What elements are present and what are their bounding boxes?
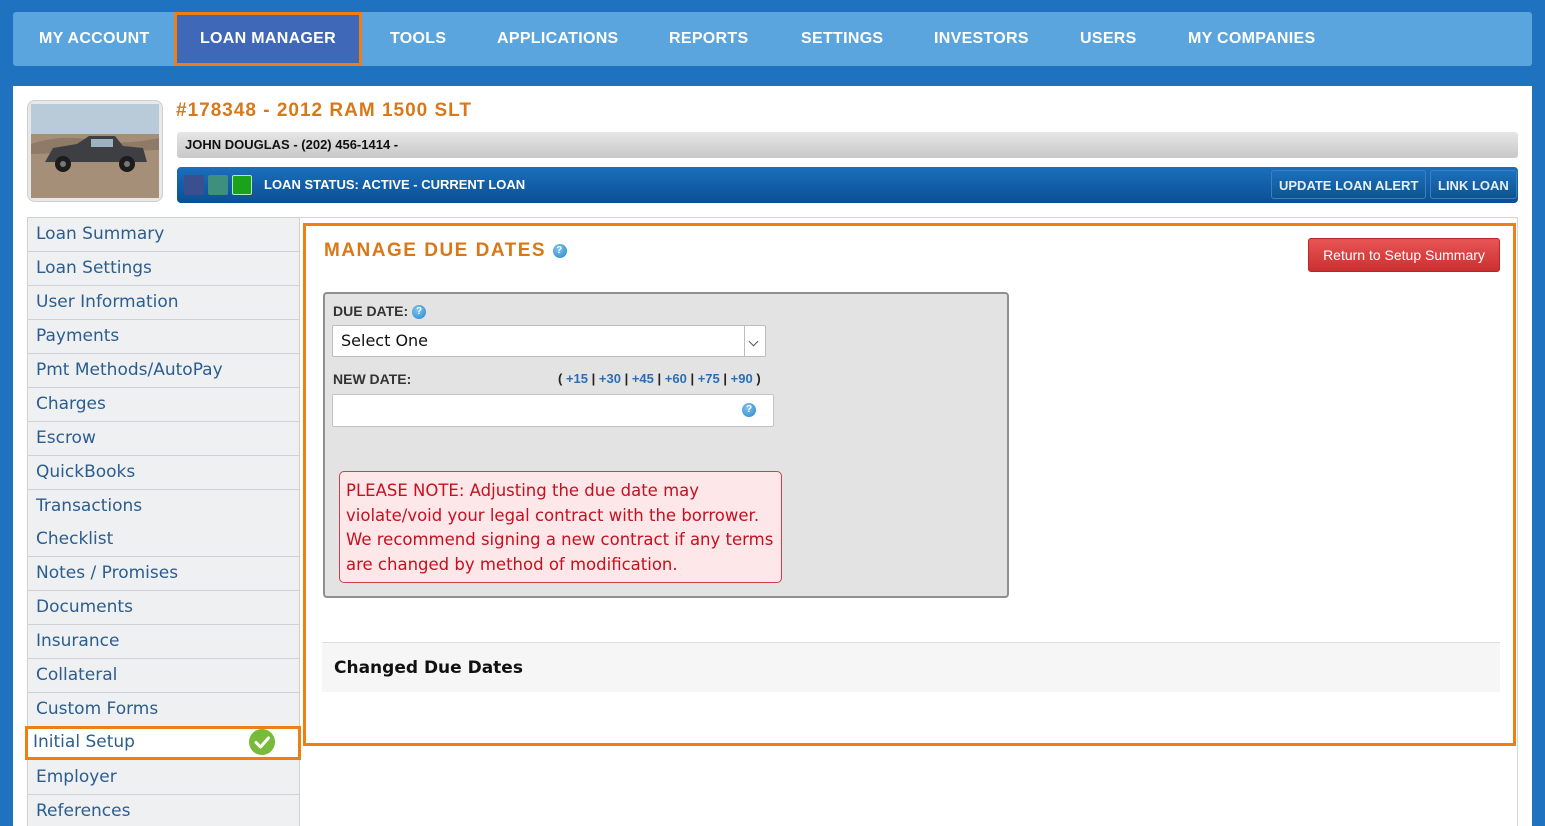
main-card: #178348 - 2012 RAM 1500 SLT JOHN DOUGLAS…: [13, 86, 1532, 826]
add-45-days-link[interactable]: +45: [632, 371, 654, 386]
chevron-down-icon[interactable]: [744, 326, 765, 356]
nav-reports[interactable]: REPORTS: [669, 12, 748, 66]
due-date-select[interactable]: Select One: [332, 325, 766, 357]
nav-settings[interactable]: SETTINGS: [801, 12, 883, 66]
manage-due-dates-panel: MANAGE DUE DATES ? Return to Setup Summa…: [303, 223, 1516, 746]
due-date-label: DUE DATE: ?: [333, 303, 427, 320]
nav-users[interactable]: USERS: [1080, 12, 1137, 66]
add-75-days-link[interactable]: +75: [698, 371, 720, 386]
sidebar: Loan Summary Loan Settings User Informat…: [25, 217, 301, 826]
sidebar-item-loan-settings[interactable]: Loan Settings: [28, 252, 299, 286]
add-30-days-link[interactable]: +30: [599, 371, 621, 386]
update-loan-alert-button[interactable]: UPDATE LOAN ALERT: [1271, 170, 1427, 199]
sidebar-item-references[interactable]: References: [28, 795, 299, 826]
nav-tools[interactable]: TOOLS: [390, 12, 446, 66]
due-date-select-value: Select One: [341, 331, 429, 350]
sidebar-item-escrow[interactable]: Escrow: [28, 422, 299, 456]
top-nav: MY ACCOUNT LOAN MANAGER TOOLS APPLICATIO…: [13, 12, 1532, 66]
new-date-input[interactable]: ?: [332, 394, 774, 427]
new-date-label: NEW DATE:: [333, 371, 412, 387]
sidebar-item-custom-forms[interactable]: Custom Forms: [28, 693, 299, 727]
sidebar-item-checklist[interactable]: Checklist: [28, 523, 299, 557]
sidebar-item-documents[interactable]: Documents: [28, 591, 299, 625]
sidebar-item-pmt-methods[interactable]: Pmt Methods/AutoPay: [28, 354, 299, 388]
sidebar-item-label: Initial Setup: [33, 732, 135, 752]
sidebar-item-loan-summary[interactable]: Loan Summary: [28, 218, 299, 252]
add-60-days-link[interactable]: +60: [665, 371, 687, 386]
sidebar-item-notes-promises[interactable]: Notes / Promises: [28, 557, 299, 591]
status-color-2: [208, 175, 228, 195]
nav-applications[interactable]: APPLICATIONS: [497, 12, 619, 66]
sidebar-item-user-information[interactable]: User Information: [28, 286, 299, 320]
sidebar-item-insurance[interactable]: Insurance: [28, 625, 299, 659]
sidebar-item-initial-setup[interactable]: Initial Setup: [25, 726, 301, 760]
loan-status-text: LOAN STATUS: ACTIVE - CURRENT LOAN: [264, 177, 526, 192]
panel-title-text: MANAGE DUE DATES: [324, 240, 547, 261]
due-date-help-icon[interactable]: ?: [412, 305, 427, 320]
nav-my-companies[interactable]: MY COMPANIES: [1188, 12, 1315, 66]
quick-add-days: ( +15 | +30 | +45 | +60 | +75 | +90 ): [558, 371, 761, 386]
changed-due-dates-header: Changed Due Dates: [322, 642, 1500, 692]
sidebar-item-charges[interactable]: Charges: [28, 388, 299, 422]
check-circle-icon: [249, 729, 275, 755]
nav-investors[interactable]: INVESTORS: [934, 12, 1029, 66]
new-date-help-icon[interactable]: ?: [742, 403, 756, 417]
vehicle-thumbnail: [27, 100, 163, 202]
link-loan-button[interactable]: LINK LOAN: [1430, 170, 1517, 199]
due-date-form: DUE DATE: ? Select One NEW DATE: ( +15 |…: [323, 292, 1009, 598]
add-90-days-link[interactable]: +90: [731, 371, 753, 386]
add-15-days-link[interactable]: +15: [566, 371, 588, 386]
due-date-warning-note: PLEASE NOTE: Adjusting the due date may …: [339, 471, 782, 583]
sidebar-item-collateral[interactable]: Collateral: [28, 659, 299, 693]
status-color-1: [184, 175, 204, 195]
nav-my-account[interactable]: MY ACCOUNT: [39, 12, 150, 66]
nav-loan-manager[interactable]: LOAN MANAGER: [174, 12, 362, 66]
sidebar-item-employer[interactable]: Employer: [28, 761, 299, 795]
borrower-info: JOHN DOUGLAS - (202) 456-1414 -: [177, 132, 1518, 158]
sidebar-item-transactions[interactable]: Transactions: [28, 490, 299, 524]
loan-title: #178348 - 2012 RAM 1500 SLT: [176, 100, 472, 121]
status-color-3: [232, 175, 252, 195]
sidebar-item-quickbooks[interactable]: QuickBooks: [28, 456, 299, 490]
return-to-setup-summary-button[interactable]: Return to Setup Summary: [1308, 238, 1500, 272]
loan-status-bar: LOAN STATUS: ACTIVE - CURRENT LOAN UPDAT…: [177, 167, 1518, 203]
sidebar-item-payments[interactable]: Payments: [28, 320, 299, 354]
panel-title: MANAGE DUE DATES ?: [324, 240, 567, 262]
help-icon[interactable]: ?: [552, 243, 567, 258]
due-date-label-text: DUE DATE:: [333, 303, 409, 319]
